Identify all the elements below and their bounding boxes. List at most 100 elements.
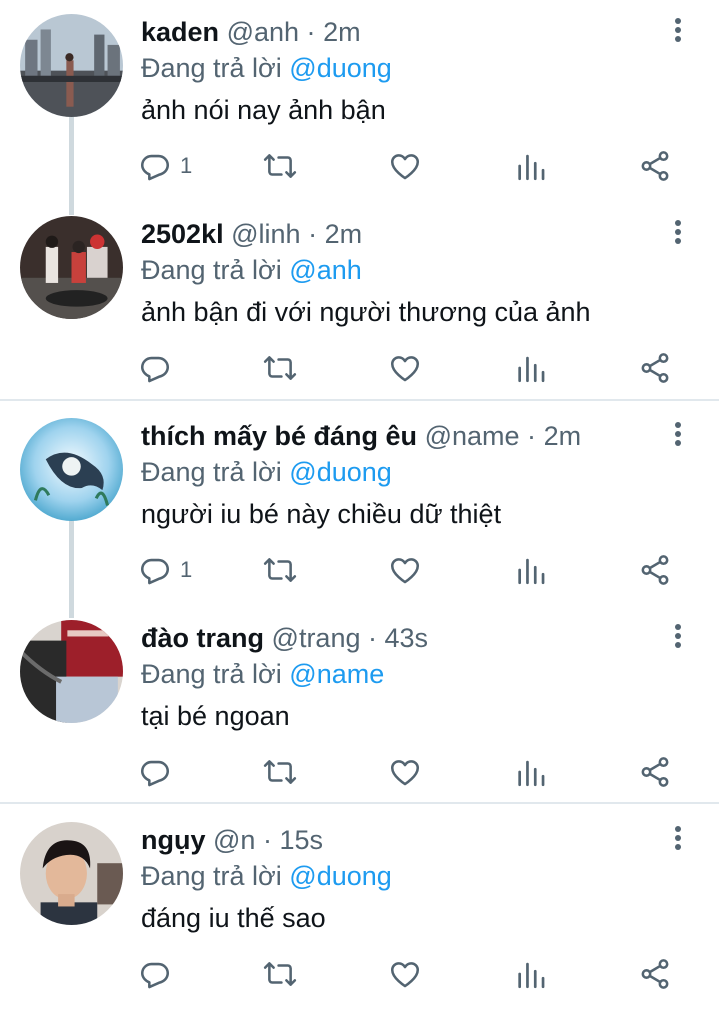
views-icon	[518, 558, 545, 585]
user-handle[interactable]: @name	[425, 421, 520, 451]
reply-icon	[140, 962, 170, 989]
mention-link[interactable]: @anh	[289, 255, 361, 285]
timestamp[interactable]: 2m	[323, 17, 361, 47]
reply-button[interactable]	[138, 754, 180, 790]
display-name[interactable]: thích mấy bé đáng êu	[141, 421, 417, 451]
tweet-header: thích mấy bé đáng êu @name · 2m	[141, 418, 581, 454]
share-icon	[641, 757, 669, 787]
views-icon	[518, 356, 545, 383]
like-button[interactable]	[388, 754, 422, 790]
display-name[interactable]: kaden	[141, 17, 219, 47]
avatar[interactable]	[20, 216, 123, 319]
display-name[interactable]: đào trang	[141, 623, 264, 653]
mention-link[interactable]: @duong	[289, 861, 392, 891]
retweet-icon	[263, 760, 297, 784]
more-icon[interactable]	[664, 18, 692, 48]
like-icon	[390, 154, 420, 180]
mention-link[interactable]: @duong	[289, 53, 392, 83]
avatar[interactable]	[20, 418, 123, 521]
action-bar	[138, 956, 678, 992]
like-button[interactable]	[388, 552, 422, 588]
reply-prefix: Đang trả lời	[141, 255, 282, 285]
retweet-button[interactable]	[263, 552, 297, 588]
reply-button[interactable]	[138, 350, 180, 386]
reply-prefix: Đang trả lời	[141, 53, 282, 83]
share-button[interactable]	[638, 754, 672, 790]
tweet-text: tại bé ngoan	[141, 701, 290, 731]
views-button[interactable]	[514, 350, 548, 386]
mention-link[interactable]: @name	[289, 659, 384, 689]
share-icon	[641, 555, 669, 585]
reply-count: 1	[180, 153, 193, 178]
reply-prefix: Đang trả lời	[141, 659, 282, 689]
tweet-text: ảnh bận đi với người thương của ảnh	[141, 297, 591, 327]
share-button[interactable]	[638, 956, 672, 992]
reply-button[interactable]: 1	[138, 552, 192, 588]
action-bar	[138, 350, 678, 386]
reply-button[interactable]	[138, 956, 180, 992]
reply-icon	[140, 154, 170, 181]
reply-icon	[140, 356, 170, 383]
separator-dot: ·	[308, 219, 318, 249]
reply-icon	[140, 558, 170, 585]
views-button[interactable]	[514, 754, 548, 790]
replying-to: Đang trả lời @duong	[141, 858, 392, 894]
retweet-button[interactable]	[263, 148, 297, 184]
tweet[interactable]: kaden @anh · 2m Đang trả lời @duong ảnh …	[0, 0, 719, 202]
share-button[interactable]	[638, 148, 672, 184]
avatar[interactable]	[20, 822, 123, 925]
retweet-button[interactable]	[263, 754, 297, 790]
tweet[interactable]: 2502kl @linh · 2m Đang trả lời @anh ảnh …	[0, 202, 719, 404]
user-handle[interactable]: @trang	[272, 623, 361, 653]
more-icon[interactable]	[664, 422, 692, 452]
reply-prefix: Đang trả lời	[141, 861, 282, 891]
more-icon[interactable]	[664, 624, 692, 654]
action-bar: 1	[138, 552, 678, 588]
share-button[interactable]	[638, 350, 672, 386]
timestamp[interactable]: 2m	[544, 421, 582, 451]
like-button[interactable]	[388, 350, 422, 386]
tweet[interactable]: thích mấy bé đáng êu @name · 2m Đang trả…	[0, 404, 719, 606]
more-icon[interactable]	[664, 220, 692, 250]
views-button[interactable]	[514, 148, 548, 184]
share-button[interactable]	[638, 552, 672, 588]
avatar[interactable]	[20, 620, 123, 723]
like-icon	[390, 962, 420, 988]
share-icon	[641, 959, 669, 989]
tweet-text: đáng iu thế sao	[141, 903, 326, 933]
share-icon	[641, 151, 669, 181]
mention-link[interactable]: @duong	[289, 457, 392, 487]
more-icon[interactable]	[664, 826, 692, 856]
display-name[interactable]: ngụy	[141, 825, 206, 855]
tweet[interactable]: ngụy @n · 15s Đang trả lời @duong đáng i…	[0, 808, 719, 1010]
views-button[interactable]	[514, 956, 548, 992]
views-icon	[518, 962, 545, 989]
timestamp[interactable]: 15s	[279, 825, 323, 855]
user-handle[interactable]: @n	[213, 825, 255, 855]
action-bar: 1	[138, 148, 678, 184]
retweet-button[interactable]	[263, 956, 297, 992]
display-name[interactable]: 2502kl	[141, 219, 224, 249]
retweet-button[interactable]	[263, 350, 297, 386]
views-icon	[518, 154, 545, 181]
timestamp[interactable]: 43s	[385, 623, 429, 653]
replying-to: Đang trả lời @duong	[141, 454, 392, 490]
tweet-text: người iu bé này chiều dữ thiệt	[141, 499, 502, 529]
reply-button[interactable]: 1	[138, 148, 192, 184]
timestamp[interactable]: 2m	[325, 219, 363, 249]
user-handle[interactable]: @anh	[227, 17, 299, 47]
user-handle[interactable]: @linh	[231, 219, 300, 249]
tweet-header: 2502kl @linh · 2m	[141, 216, 362, 252]
like-icon	[390, 356, 420, 382]
tweet[interactable]: đào trang @trang · 43s Đang trả lời @nam…	[0, 606, 719, 808]
separator-dot: ·	[262, 825, 272, 855]
share-icon	[641, 353, 669, 383]
like-icon	[390, 760, 420, 786]
like-button[interactable]	[388, 148, 422, 184]
tweet-header: ngụy @n · 15s	[141, 822, 323, 858]
views-button[interactable]	[514, 552, 548, 588]
avatar[interactable]	[20, 14, 123, 117]
replying-to: Đang trả lời @duong	[141, 50, 392, 86]
retweet-icon	[263, 962, 297, 986]
like-button[interactable]	[388, 956, 422, 992]
